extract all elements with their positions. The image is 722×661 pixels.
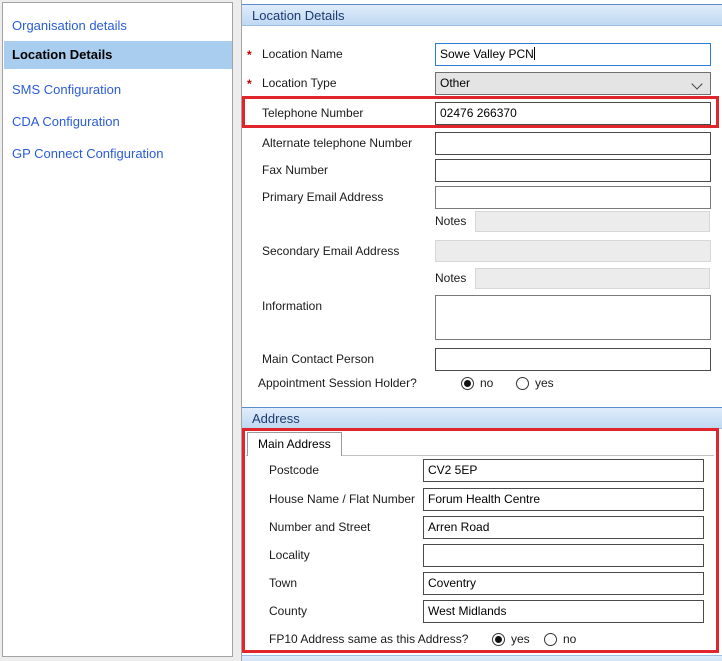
radio-unselected-icon bbox=[544, 633, 557, 646]
secondary-email-notes-label: Notes bbox=[435, 268, 466, 289]
location-type-label: Location Type bbox=[262, 72, 337, 95]
primary-email-input[interactable] bbox=[435, 186, 711, 209]
primary-email-label: Primary Email Address bbox=[262, 186, 383, 209]
location-type-value: Other bbox=[440, 76, 470, 90]
text-cursor bbox=[534, 47, 535, 60]
location-name-label: Location Name bbox=[262, 43, 343, 66]
town-label: Town bbox=[269, 572, 297, 595]
sidebar-item-gp-connect-configuration[interactable]: GP Connect Configuration bbox=[4, 141, 232, 167]
house-name-label: House Name / Flat Number bbox=[269, 488, 415, 511]
fax-number-label: Fax Number bbox=[262, 159, 328, 182]
sidebar-item-organisation-details[interactable]: Organisation details bbox=[4, 13, 232, 39]
location-details-screen: Organisation details Location Details SM… bbox=[0, 0, 722, 661]
appointment-radio-no[interactable]: no bbox=[461, 376, 493, 390]
locality-input[interactable] bbox=[423, 544, 704, 567]
location-details-section-header: Location Details bbox=[242, 4, 722, 26]
fp10-same-address-label: FP10 Address same as this Address? bbox=[269, 630, 468, 648]
alternate-telephone-input[interactable] bbox=[435, 132, 711, 155]
information-textarea[interactable] bbox=[435, 295, 711, 340]
fp10-radio-no-label: no bbox=[563, 632, 576, 646]
next-section-header-partial bbox=[242, 655, 722, 661]
tab-main-address[interactable]: Main Address bbox=[247, 432, 342, 456]
secondary-email-notes-input bbox=[475, 268, 710, 289]
location-name-input[interactable]: Sowe Valley PCN bbox=[435, 43, 711, 66]
address-section-header: Address bbox=[242, 407, 722, 429]
location-name-value: Sowe Valley PCN bbox=[440, 47, 534, 61]
postcode-label: Postcode bbox=[269, 459, 319, 482]
number-and-street-label: Number and Street bbox=[269, 516, 370, 539]
sidebar-item-location-details[interactable]: Location Details bbox=[4, 41, 232, 69]
required-marker: * bbox=[247, 43, 252, 66]
sidebar-item-cda-configuration[interactable]: CDA Configuration bbox=[4, 109, 232, 135]
locality-label: Locality bbox=[269, 544, 310, 567]
secondary-email-label: Secondary Email Address bbox=[262, 240, 399, 263]
fp10-radio-yes-label: yes bbox=[511, 632, 530, 646]
location-type-dropdown[interactable]: Other bbox=[435, 72, 711, 95]
primary-email-notes-label: Notes bbox=[435, 211, 466, 232]
appointment-radio-yes-label: yes bbox=[535, 376, 554, 390]
house-name-input[interactable]: Forum Health Centre bbox=[423, 488, 704, 511]
radio-unselected-icon bbox=[516, 377, 529, 390]
fp10-radio-no[interactable]: no bbox=[544, 632, 576, 646]
panel-divider bbox=[241, 0, 242, 661]
number-and-street-input[interactable]: Arren Road bbox=[423, 516, 704, 539]
telephone-number-input[interactable]: 02476 266370 bbox=[435, 102, 711, 125]
main-contact-person-label: Main Contact Person bbox=[262, 348, 374, 371]
town-input[interactable]: Coventry bbox=[423, 572, 704, 595]
main-contact-person-input[interactable] bbox=[435, 348, 711, 371]
appointment-session-holder-label: Appointment Session Holder? bbox=[258, 374, 417, 392]
sidebar-item-sms-configuration[interactable]: SMS Configuration bbox=[4, 77, 232, 103]
postcode-input[interactable]: CV2 5EP bbox=[423, 459, 704, 482]
required-marker: * bbox=[247, 72, 252, 95]
fax-number-input[interactable] bbox=[435, 159, 711, 182]
appointment-radio-no-label: no bbox=[480, 376, 493, 390]
appointment-radio-yes[interactable]: yes bbox=[516, 376, 554, 390]
county-label: County bbox=[269, 600, 307, 623]
primary-email-notes-input bbox=[475, 211, 710, 232]
secondary-email-input bbox=[435, 240, 711, 262]
settings-sidebar: Organisation details Location Details SM… bbox=[2, 2, 233, 657]
radio-selected-icon bbox=[492, 633, 505, 646]
telephone-number-label: Telephone Number bbox=[262, 102, 363, 125]
chevron-down-icon bbox=[691, 78, 702, 89]
radio-selected-icon bbox=[461, 377, 474, 390]
alternate-telephone-label: Alternate telephone Number bbox=[262, 132, 412, 155]
information-label: Information bbox=[262, 295, 322, 318]
county-input[interactable]: West Midlands bbox=[423, 600, 704, 623]
fp10-radio-yes[interactable]: yes bbox=[492, 632, 530, 646]
